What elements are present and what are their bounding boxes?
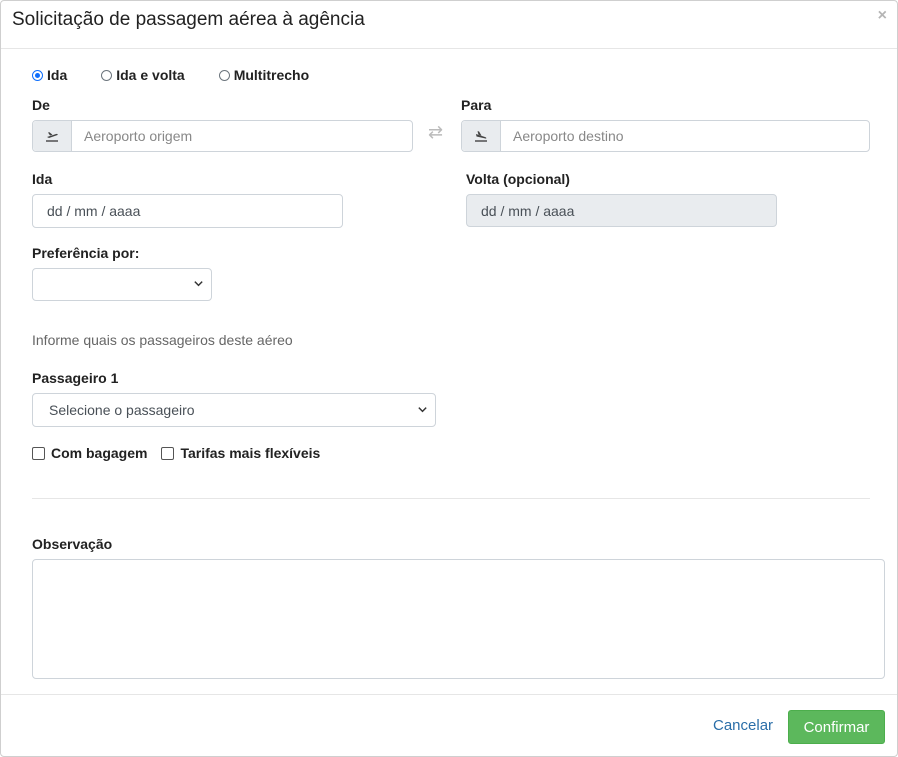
fare-options: Com bagagem Tarifas mais flexíveis	[32, 445, 334, 461]
radio-ida-e-volta-label: Ida e volta	[116, 67, 185, 83]
divider	[32, 498, 870, 499]
to-label: Para	[461, 97, 492, 113]
passenger-1-select[interactable]: Selecione o passageiro	[32, 393, 436, 427]
from-airport-input[interactable]	[72, 121, 412, 151]
radio-unchecked-icon[interactable]	[101, 69, 113, 81]
departure-label: Ida	[32, 171, 53, 187]
checkbox-icon[interactable]	[32, 446, 45, 460]
radio-ida[interactable]: Ida	[32, 67, 67, 83]
cancel-button[interactable]: Cancelar	[713, 717, 773, 734]
radio-multitrecho[interactable]: Multitrecho	[218, 67, 310, 83]
radio-ida-e-volta[interactable]: Ida e volta	[101, 67, 185, 83]
takeoff-icon	[33, 121, 72, 151]
swap-icon[interactable]: ⇄	[428, 122, 443, 143]
radio-ida-label: Ida	[47, 67, 68, 83]
radio-multitrecho-label: Multitrecho	[233, 67, 310, 83]
radio-checked-icon[interactable]	[32, 69, 43, 81]
checkbox-flexible[interactable]: Tarifas mais flexíveis	[161, 445, 320, 461]
checkbox-icon[interactable]	[161, 446, 175, 460]
to-input-group	[461, 120, 870, 152]
preference-select[interactable]	[32, 268, 212, 301]
preference-label: Preferência por:	[32, 245, 140, 261]
checkbox-flexible-label: Tarifas mais flexíveis	[180, 445, 321, 461]
landing-icon	[462, 121, 501, 151]
return-label: Volta (opcional)	[466, 171, 570, 187]
modal-header: Solicitação de passagem aérea à agência …	[1, 1, 897, 49]
confirm-button[interactable]: Confirmar	[788, 710, 885, 744]
departure-date-input[interactable]: dd / mm / aaaa	[32, 194, 343, 228]
return-date-input: dd / mm / aaaa	[466, 194, 777, 227]
chevron-down-icon	[418, 407, 427, 413]
passenger-1-value: Selecione o passageiro	[49, 402, 195, 418]
chevron-down-icon	[194, 281, 203, 287]
flight-request-modal: Solicitação de passagem aérea à agência …	[0, 0, 898, 757]
footer-divider	[1, 694, 897, 695]
notes-label: Observação	[32, 536, 113, 552]
modal-title: Solicitação de passagem aérea à agência	[12, 9, 365, 30]
passengers-help-text: Informe quais os passageiros deste aéreo	[32, 332, 293, 348]
from-label: De	[32, 97, 50, 113]
to-airport-input[interactable]	[501, 121, 869, 151]
notes-textarea[interactable]	[32, 559, 885, 679]
passenger-1-label: Passageiro 1	[32, 370, 119, 386]
radio-unchecked-icon[interactable]	[218, 69, 230, 81]
from-input-group	[32, 120, 413, 152]
checkbox-baggage[interactable]: Com bagagem	[32, 445, 147, 461]
trip-type-group: Ida Ida e volta Multitrecho	[32, 67, 343, 83]
checkbox-baggage-label: Com bagagem	[51, 445, 148, 461]
close-button[interactable]: ×	[878, 7, 887, 25]
